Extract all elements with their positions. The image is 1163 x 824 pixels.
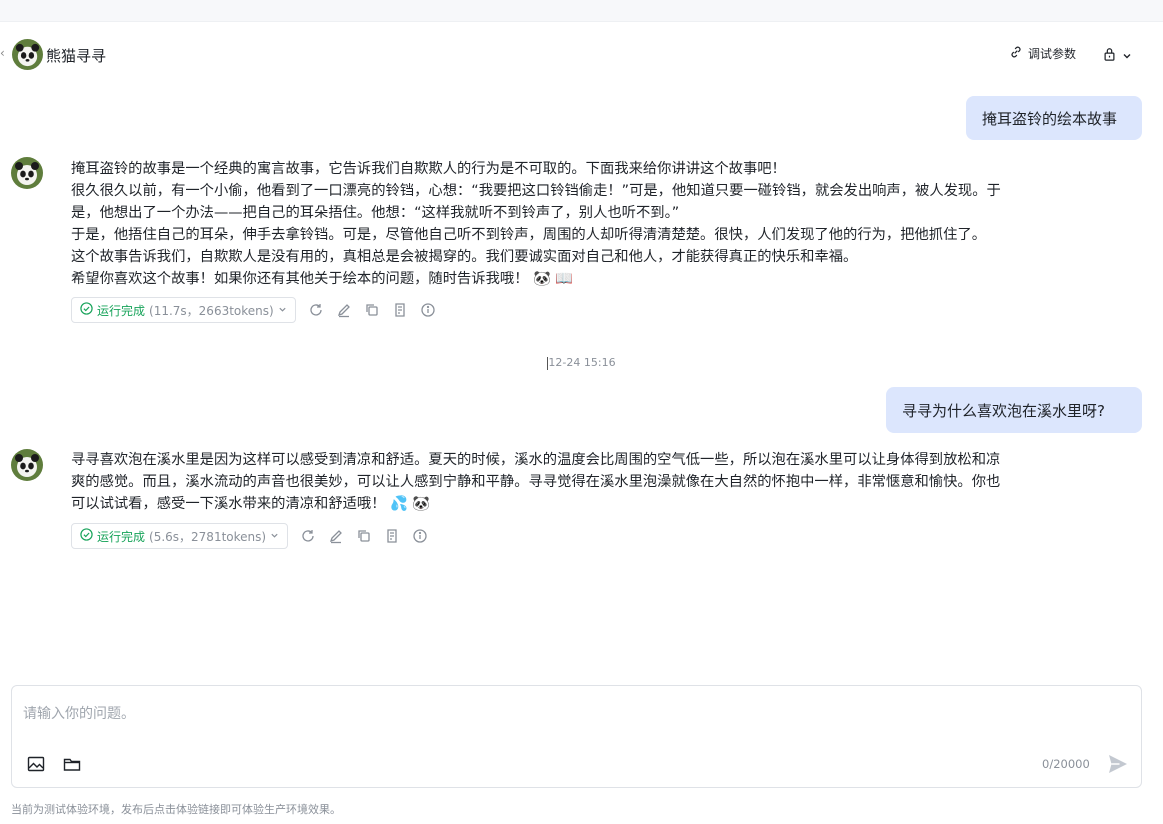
copy-icon[interactable] [356, 528, 372, 544]
run-status-dropdown[interactable]: 运行完成 (11.7s，2663tokens) [71, 297, 296, 323]
char-counter: 0/20000 [1042, 757, 1090, 771]
bot-name: 熊猫寻寻 [46, 47, 107, 65]
folder-icon[interactable] [62, 754, 82, 774]
send-icon[interactable] [1106, 752, 1130, 776]
bot-message-line: 可以试试看，感受一下溪水带来的清凉和舒适哦！ 💦 🐼 [71, 496, 431, 512]
lock-icon [1103, 46, 1116, 65]
bot-message-line: 掩耳盗铃的故事是一个经典的寓言故事，它告诉我们自欺欺人的行为是不可取的。下面我来… [71, 161, 786, 177]
info-icon[interactable] [420, 302, 436, 318]
copy-icon[interactable] [364, 302, 380, 318]
chevron-down-icon [270, 529, 279, 543]
user-message: 寻寻为什么喜欢泡在溪水里呀? [886, 387, 1142, 433]
timestamp-text: 12-24 15:16 [548, 356, 616, 369]
debug-params-button[interactable]: 调试参数 [1009, 45, 1076, 62]
run-status-label: 运行完成 [97, 529, 146, 544]
bot-message-line: 这个故事告诉我们，自欺欺人是没有用的，真相总是会被揭穿的。我们要诚实面对自己和他… [71, 249, 858, 265]
debug-params-label: 调试参数 [1028, 47, 1077, 61]
bot-message-line: 寻寻喜欢泡在溪水里是因为这样可以感受到清凉和舒适。夏天的时候，溪水的温度会比周围… [71, 452, 1001, 468]
edit-icon[interactable] [328, 528, 344, 544]
user-message-text: 寻寻为什么喜欢泡在溪水里呀? [902, 401, 1105, 420]
bot-message-line: 于是，他捂住自己的耳朵，伸手去拿铃铛。可是，尽管他自己听不到铃声，周围的人却听得… [71, 227, 986, 243]
bot-message: 掩耳盗铃的故事是一个经典的寓言故事，它告诉我们自欺欺人的行为是不可取的。下面我来… [71, 158, 1121, 290]
check-circle-icon [80, 302, 93, 318]
edit-icon[interactable] [336, 302, 352, 318]
refresh-icon[interactable] [300, 528, 316, 544]
run-status-dropdown[interactable]: 运行完成 (5.6s，2781tokens) [71, 523, 289, 549]
question-input[interactable] [23, 702, 1123, 726]
info-icon[interactable] [412, 528, 428, 544]
chevron-down-icon [278, 303, 287, 317]
message-timestamp: 12-24 15:16 [0, 356, 1163, 370]
chat-header: 熊猫寻寻 调试参数 [0, 22, 1163, 90]
link-icon [1009, 45, 1023, 62]
panda-avatar-icon [11, 449, 43, 481]
panda-avatar-icon [12, 39, 43, 70]
environment-note: 当前为测试体验环境，发布后点击体验链接即可体验生产环境效果。 [11, 803, 341, 816]
check-circle-icon [80, 528, 93, 544]
refresh-icon[interactable] [308, 302, 324, 318]
bot-message-line: 希望你喜欢这个故事！如果你还有其他关于绘本的问题，随时告诉我哦！ 🐼 📖 [71, 271, 574, 287]
chat-input-box: 0/20000 [11, 685, 1142, 788]
bot-message-line: 爽的感觉。而且，溪水流动的声音也很美妙，可以让人感到宁静和平静。寻寻觉得在溪水里… [71, 474, 1001, 490]
document-icon[interactable] [392, 302, 408, 318]
chevron-down-icon [1122, 46, 1132, 65]
lock-dropdown-button[interactable] [1103, 46, 1132, 65]
message-actions: 运行完成 (5.6s，2781tokens) [71, 523, 428, 549]
bot-message-line: 很久很久以前，有一个小偷，他看到了一口漂亮的铃铛，心想：“我要把这口铃铛偷走！”… [71, 183, 1001, 199]
user-message-text: 掩耳盗铃的绘本故事 [982, 109, 1118, 128]
image-icon[interactable] [26, 754, 46, 774]
bot-message-line: 是，他想出了一个办法——把自己的耳朵捂住。他想：“这样我就听不到铃声了，别人也听… [71, 205, 680, 221]
run-status-meta: (5.6s，2781tokens) [149, 529, 267, 544]
panda-avatar-icon [11, 157, 43, 189]
run-status-label: 运行完成 [97, 303, 146, 318]
message-actions: 运行完成 (11.7s，2663tokens) [71, 297, 436, 323]
user-message: 掩耳盗铃的绘本故事 [966, 96, 1142, 140]
chat-app: ‹ 熊猫寻寻 调试参数 掩耳盗铃的绘本故事 掩耳盗铃的故事是一个经典的寓言故事，… [0, 0, 1163, 824]
document-icon[interactable] [384, 528, 400, 544]
top-strip [0, 0, 1163, 22]
bot-message: 寻寻喜欢泡在溪水里是因为这样可以感受到清凉和舒适。夏天的时候，溪水的温度会比周围… [71, 449, 1121, 515]
run-status-meta: (11.7s，2663tokens) [149, 303, 274, 318]
